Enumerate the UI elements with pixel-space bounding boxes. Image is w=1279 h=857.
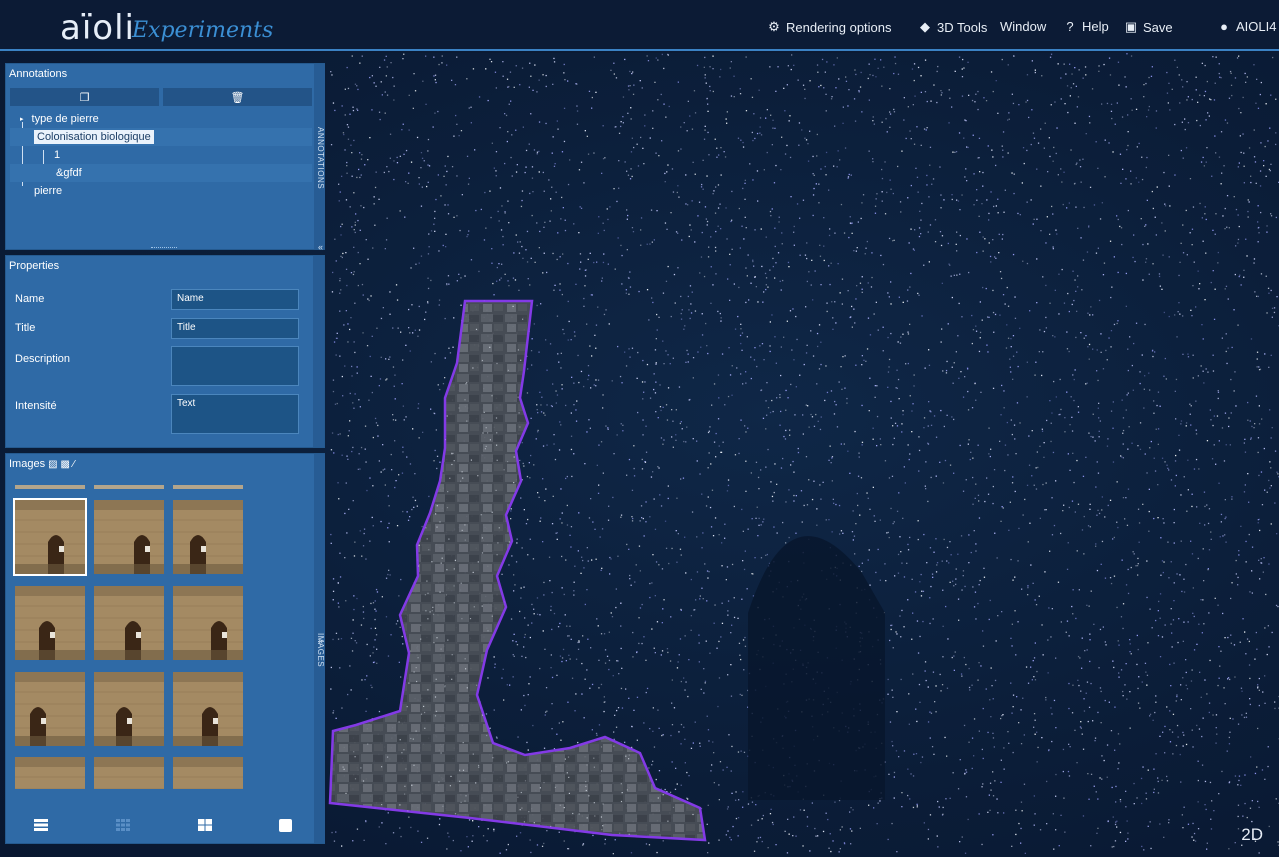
tree-item-pierre[interactable]: pierre (10, 182, 312, 200)
copy-icon: ❐ (79, 91, 90, 104)
top-bar: aïoli Experiments ⚙ Rendering options ◆ … (0, 0, 1279, 51)
image-thumbnail[interactable] (94, 500, 164, 574)
image-thumbnail[interactable] (15, 672, 85, 746)
name-input[interactable]: Name (171, 289, 299, 310)
properties-title: Properties (9, 260, 60, 272)
grid-large-view-icon[interactable] (198, 819, 212, 831)
gears-icon: ⚙ (768, 19, 780, 34)
annotations-panel: Annotations ANNOTATIONS ❐ 🗑 ▸ type de pi… (5, 63, 325, 252)
caret-right-icon[interactable]: ▸ (20, 115, 24, 123)
magic-wand-icon[interactable]: ⁄ (73, 459, 75, 470)
menu-label: Help (1082, 19, 1109, 34)
description-label: Description (15, 353, 71, 365)
menu-label: 3D Tools (937, 19, 988, 35)
image-thumbnail[interactable] (173, 586, 243, 660)
list-view-icon[interactable] (34, 819, 48, 831)
user-name: AIOLI4 (1236, 19, 1277, 34)
images-title: Images (9, 458, 46, 470)
name-label: Name (15, 293, 45, 305)
save-icon: ▣ (1124, 19, 1138, 34)
help-icon: ? (1066, 19, 1074, 34)
logo-subtitle: Experiments (132, 18, 274, 43)
image-thumbnail[interactable] (94, 672, 164, 746)
menu-rendering-options[interactable]: ⚙ Rendering options (767, 19, 892, 35)
menu-save[interactable]: ▣ Save (1124, 19, 1173, 35)
menu-help[interactable]: ? Help (1063, 19, 1109, 34)
images-panel: Images ▨ ▩ ⁄ IMAGES « (5, 453, 325, 844)
menu-label: Save (1143, 19, 1173, 35)
images-header: Images ▨ ▩ ⁄ (6, 454, 324, 474)
collapse-chevron-icon[interactable]: « (318, 636, 323, 646)
single-view-icon[interactable] (279, 819, 292, 832)
intensite-textarea[interactable]: Text (171, 394, 299, 434)
logo: aïoli (60, 8, 135, 48)
copy-annotation-button[interactable]: ❐ (10, 88, 159, 106)
image-thumbnail[interactable] (173, 672, 243, 746)
view-mode-label[interactable]: 2D (1241, 825, 1263, 845)
menu-window[interactable]: Window (1000, 19, 1046, 34)
annotations-toolbar: ❐ 🗑 (10, 88, 312, 106)
tree-item-gfdf[interactable]: &gfdf (10, 164, 312, 182)
annotations-title: Annotations (9, 68, 68, 80)
view-mode-bar (6, 811, 326, 839)
image-gallery-icon[interactable]: ▨ (48, 459, 57, 470)
collapse-chevron-icon[interactable]: « (318, 242, 323, 252)
app-root: 2D aïoli Experiments ⚙ Rendering options… (0, 0, 1279, 857)
properties-scrollbar[interactable] (313, 256, 324, 447)
image-thumbnail[interactable] (15, 586, 85, 660)
image-thumbnail[interactable] (94, 757, 164, 789)
resize-handle[interactable] (151, 247, 177, 248)
image-add-icon[interactable]: ▩ (61, 459, 70, 470)
image-thumbnail[interactable] (173, 500, 243, 574)
grid-small-view-icon[interactable] (116, 819, 130, 831)
title-label: Title (15, 322, 36, 334)
user-menu[interactable]: ● AIOLI4 (1217, 19, 1276, 34)
images-tab[interactable]: IMAGES (314, 454, 325, 843)
image-thumbnail[interactable] (94, 485, 164, 489)
menu-3d-tools[interactable]: ◆ 3D Tools (918, 19, 987, 35)
tree-item-type-de-pierre[interactable]: ▸ type de pierre (10, 110, 312, 128)
annotation-region[interactable] (328, 299, 707, 842)
image-thumbnail[interactable] (15, 485, 85, 489)
image-thumbnail[interactable] (173, 757, 243, 789)
user-icon: ● (1220, 19, 1228, 34)
description-textarea[interactable] (171, 346, 299, 386)
menu-label: Window (1000, 19, 1047, 34)
image-thumbnail[interactable] (94, 586, 164, 660)
delete-annotation-button[interactable]: 🗑 (163, 88, 312, 106)
cube-icon: ◆ (920, 19, 930, 34)
image-thumbnail[interactable] (173, 485, 243, 489)
doorway-silhouette (748, 536, 885, 800)
image-thumbnail[interactable] (15, 757, 85, 789)
tree-item-colonisation-biologique[interactable]: Colonisation biologique (10, 128, 312, 146)
intensite-label: Intensité (15, 400, 57, 412)
tree-item-1[interactable]: 1 (10, 146, 312, 164)
title-input[interactable]: Title (171, 318, 299, 339)
trash-icon: 🗑 (230, 91, 245, 104)
properties-panel: Properties Name Name Title Title Descrip… (5, 255, 325, 448)
menu-label: Rendering options (786, 19, 892, 35)
annotations-tab[interactable]: ANNOTATIONS (314, 64, 325, 249)
image-thumbnail[interactable] (13, 498, 87, 576)
